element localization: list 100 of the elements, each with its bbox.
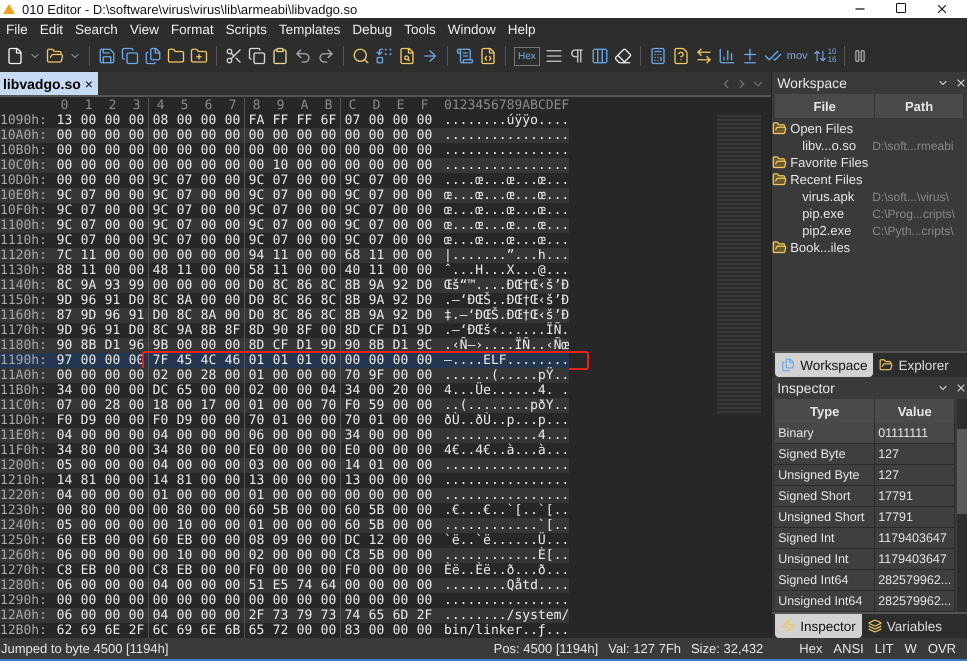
table-cell: 1179403647 bbox=[875, 528, 956, 549]
table-cell: Signed Byte bbox=[775, 444, 876, 465]
copy-icon[interactable] bbox=[248, 47, 266, 65]
menu-item[interactable]: Search bbox=[69, 22, 124, 36]
save-icon[interactable] bbox=[98, 47, 116, 65]
hex-byte: 07 bbox=[272, 203, 290, 218]
file-tab[interactable]: libvadgo.so × bbox=[0, 72, 98, 95]
hex-byte: 07 bbox=[176, 203, 194, 218]
menu-item[interactable]: Debug bbox=[346, 22, 398, 36]
status-indicator[interactable]: ANSI bbox=[833, 641, 864, 656]
hex-byte: 06 bbox=[56, 608, 74, 623]
hex-byte: 8C bbox=[56, 278, 74, 293]
hex-byte: 00 bbox=[128, 473, 146, 488]
hex-byte: 00 bbox=[80, 128, 98, 143]
hex-byte: 00 bbox=[272, 128, 290, 143]
scrollbar[interactable] bbox=[957, 399, 967, 612]
paste-icon[interactable] bbox=[271, 47, 289, 65]
hex-byte: 00 bbox=[104, 428, 122, 443]
hex-byte: 07 bbox=[368, 188, 386, 203]
folder-icon[interactable] bbox=[167, 47, 185, 65]
tree-item[interactable]: Open Files bbox=[787, 121, 854, 136]
panel-tab[interactable]: Variables bbox=[862, 614, 948, 638]
menu-item[interactable]: Tools bbox=[398, 22, 442, 36]
tree-item[interactable]: Book...iles bbox=[787, 240, 850, 255]
eraser-icon[interactable] bbox=[614, 47, 632, 65]
close-icon[interactable] bbox=[935, 2, 949, 16]
hex-byte: 00 bbox=[416, 593, 434, 608]
new-file-icon[interactable] bbox=[6, 47, 24, 65]
hex-byte: D0 bbox=[128, 323, 146, 338]
search-icon[interactable] bbox=[352, 47, 370, 65]
hex-byte: 00 bbox=[224, 413, 242, 428]
pause-icon[interactable] bbox=[853, 49, 868, 63]
swap-arrows-icon[interactable] bbox=[694, 47, 713, 65]
hex-byte: 00 bbox=[368, 128, 386, 143]
tree-item[interactable]: Recent Files bbox=[787, 172, 862, 187]
redo-icon[interactable] bbox=[317, 47, 335, 65]
maximize-icon[interactable] bbox=[895, 2, 907, 14]
status-indicator[interactable]: LIT bbox=[874, 641, 894, 656]
undo-icon[interactable] bbox=[294, 47, 312, 65]
panel-tab[interactable]: Explorer bbox=[873, 353, 955, 377]
hex-byte: 73 bbox=[272, 608, 290, 623]
row-offset: 11B0h: bbox=[0, 383, 48, 398]
template-icon[interactable] bbox=[479, 47, 497, 65]
row-offset: 11C0h: bbox=[0, 398, 48, 413]
status-indicator[interactable]: OVR bbox=[928, 641, 956, 656]
script-icon[interactable] bbox=[456, 47, 474, 65]
mov-button[interactable]: mov bbox=[786, 50, 808, 62]
hex-byte: 11 bbox=[272, 263, 290, 278]
hex-byte: 00 bbox=[224, 533, 242, 548]
menu-item[interactable]: File bbox=[0, 22, 34, 36]
menu-item[interactable]: Window bbox=[442, 22, 502, 36]
panel-tab[interactable]: Workspace bbox=[775, 353, 874, 377]
hex-byte: 00 bbox=[200, 278, 218, 293]
status-indicator[interactable]: Hex bbox=[799, 641, 822, 656]
column-header: F bbox=[420, 98, 430, 112]
calculator-icon[interactable] bbox=[648, 47, 667, 65]
hex-byte: 00 bbox=[200, 218, 218, 233]
hex-byte: 00 bbox=[224, 563, 242, 578]
panel-tab[interactable]: Inspector bbox=[775, 614, 862, 638]
hex-byte: 00 bbox=[200, 533, 218, 548]
cut-icon[interactable] bbox=[225, 47, 243, 65]
open-folder-icon[interactable] bbox=[46, 47, 64, 65]
base-convert-button[interactable]: 10 16 bbox=[812, 48, 836, 64]
tree-item[interactable]: libv...o.so bbox=[772, 138, 872, 153]
hex-byte: 6D bbox=[392, 608, 410, 623]
hex-byte: 45 bbox=[176, 353, 194, 368]
file-search-icon[interactable] bbox=[398, 47, 416, 65]
file-path: D:\soft...rmeabi bbox=[872, 138, 954, 152]
tree-item[interactable]: Favorite Files bbox=[787, 155, 868, 170]
menu-item[interactable]: Format bbox=[164, 22, 220, 36]
histogram-icon[interactable] bbox=[718, 47, 736, 65]
arrow-right-icon[interactable] bbox=[421, 47, 439, 65]
close-icon[interactable] bbox=[955, 382, 967, 394]
hex-byte: 07 bbox=[272, 218, 290, 233]
columns-icon[interactable] bbox=[590, 47, 609, 65]
replace-icon[interactable] bbox=[375, 47, 393, 65]
hex-byte: 93 bbox=[104, 278, 122, 293]
hex-byte: 00 bbox=[128, 128, 146, 143]
column-header: Path bbox=[875, 94, 964, 118]
menu-item[interactable]: Scripts bbox=[220, 22, 273, 36]
ascii-text: œ...œ...œ...œ... bbox=[444, 218, 570, 233]
tree-item[interactable]: pip.exe bbox=[772, 206, 872, 221]
hex-mode-button[interactable]: Hex bbox=[514, 46, 540, 66]
menu-item[interactable]: Help bbox=[502, 22, 542, 36]
files-stack-icon[interactable] bbox=[144, 47, 162, 65]
menu-item[interactable]: Edit bbox=[34, 22, 70, 36]
tree-item[interactable]: virus.apk bbox=[772, 189, 872, 204]
hex-byte: 00 bbox=[296, 398, 314, 413]
files-icon[interactable] bbox=[121, 47, 139, 65]
close-icon[interactable] bbox=[955, 77, 967, 89]
folder-plus-icon[interactable] bbox=[190, 47, 208, 65]
text-align-icon[interactable] bbox=[544, 47, 563, 65]
hex-byte: 00 bbox=[80, 383, 98, 398]
menu-item[interactable]: Templates bbox=[272, 22, 346, 36]
menu-item[interactable]: View bbox=[124, 22, 165, 36]
hex-byte: 00 bbox=[104, 263, 122, 278]
hex-byte: 73 bbox=[320, 608, 338, 623]
tree-item[interactable]: pip2.exe bbox=[772, 223, 872, 238]
file-question-icon[interactable] bbox=[672, 47, 690, 65]
status-indicator[interactable]: W bbox=[904, 641, 917, 656]
